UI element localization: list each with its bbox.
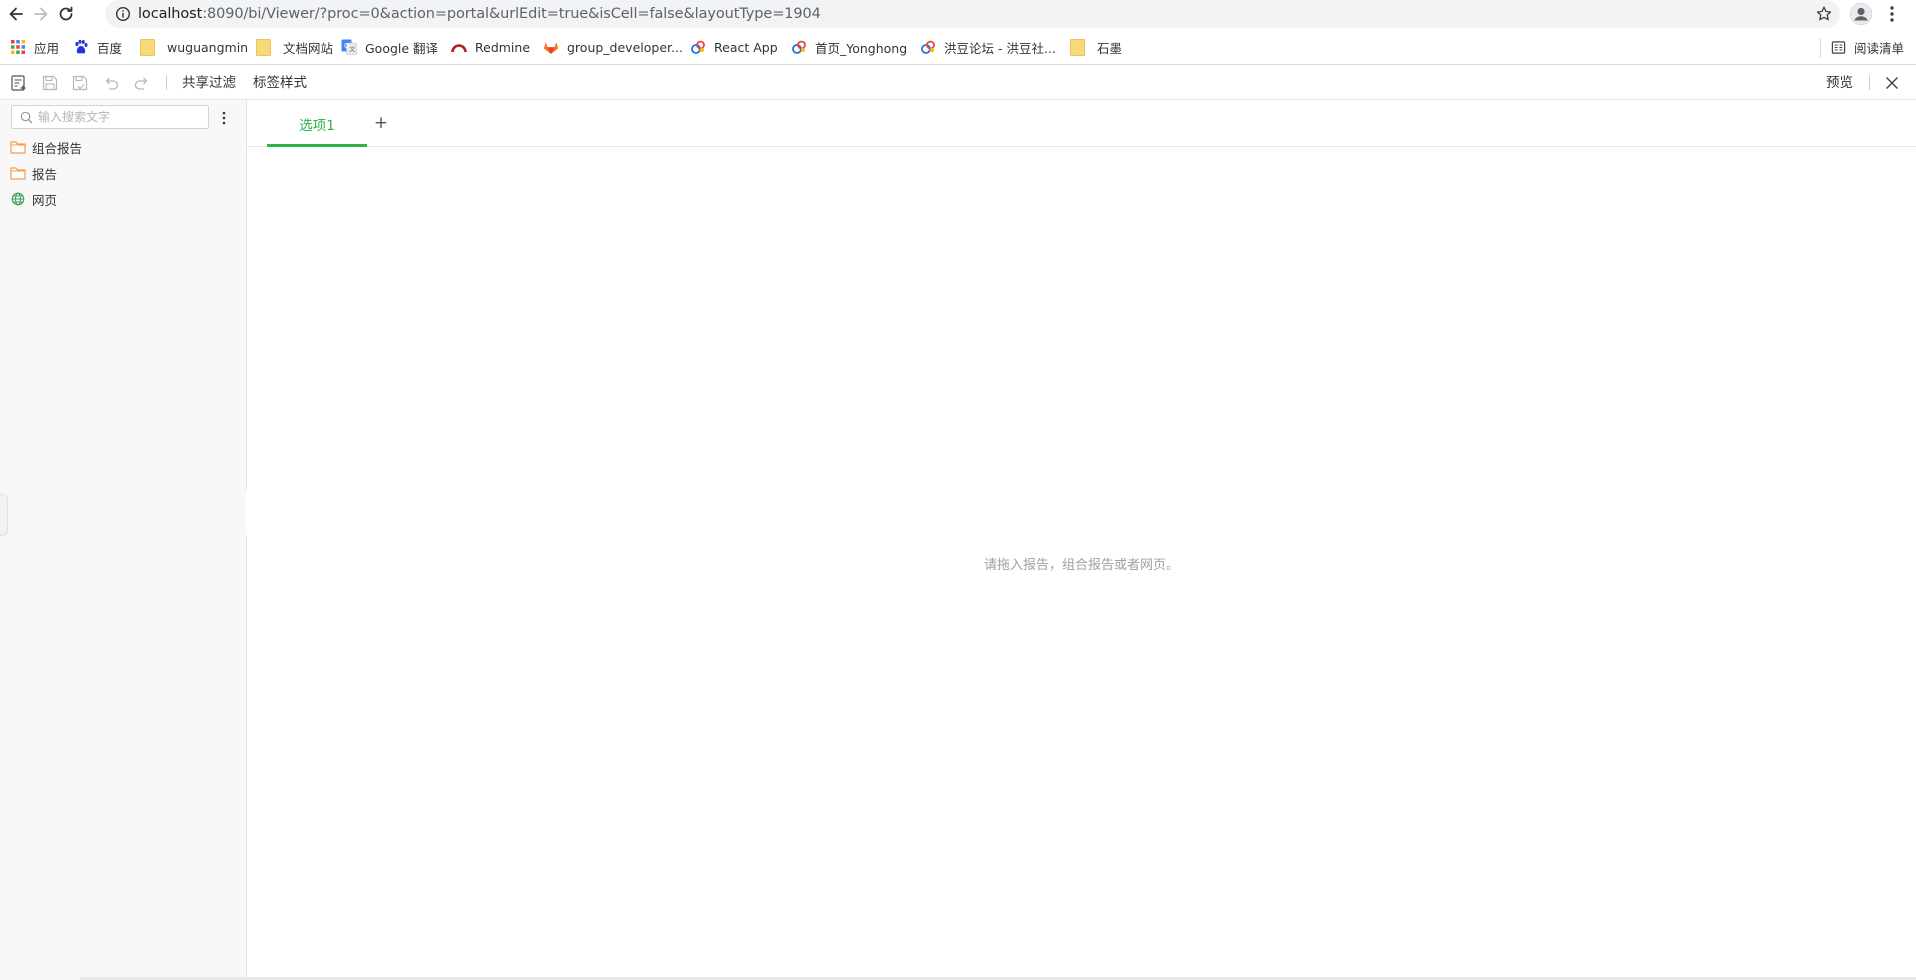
reload-button[interactable] — [56, 4, 76, 24]
folder-icon — [10, 141, 26, 154]
tab-label: 选项1 — [299, 118, 335, 134]
search-input[interactable] — [38, 108, 203, 126]
search-icon — [20, 111, 33, 124]
folder-icon — [256, 38, 271, 56]
bookmark-label: wuguangmin — [167, 39, 249, 55]
arrow-right-icon — [34, 7, 48, 21]
bookmark-label: 首页_Yonghong — [815, 40, 908, 56]
sidebar-more-button[interactable] — [218, 110, 230, 126]
undo-button[interactable] — [102, 74, 120, 92]
yonghong-logo-icon — [920, 39, 936, 55]
close-button[interactable] — [1883, 74, 1901, 92]
svg-text:文: 文 — [349, 46, 355, 54]
arrow-left-icon — [9, 7, 23, 21]
left-expand-handle[interactable] — [0, 494, 8, 536]
bookmark-label: Google 翻译 — [365, 40, 439, 56]
info-icon[interactable] — [115, 6, 131, 22]
address-bar[interactable]: localhost:8090/bi/Viewer/?proc=0&action=… — [105, 0, 1840, 28]
globe-icon — [11, 192, 25, 206]
yonghong-logo-icon — [791, 39, 807, 55]
bookmark-baidu[interactable]: 百度 — [73, 36, 122, 58]
save-icon — [42, 75, 58, 91]
tree-item-label: 网页 — [32, 192, 58, 208]
bookmark-docs-site[interactable]: 文档网站 — [256, 36, 333, 58]
tree-item-label: 组合报告 — [32, 140, 83, 156]
browser-address-row: localhost:8090/bi/Viewer/?proc=0&action=… — [0, 0, 1916, 28]
tree-item-webpage[interactable]: 网页 — [10, 189, 57, 209]
star-icon[interactable] — [1815, 5, 1833, 23]
bookmark-shimo[interactable]: 石墨 — [1070, 36, 1122, 58]
tree-item-combined-report[interactable]: 组合报告 — [10, 137, 82, 157]
folder-icon — [1070, 38, 1085, 56]
main-canvas: 选项1 + 请拖入报告，组合报告或者网页。 — [247, 100, 1916, 980]
bookmark-label: Redmine — [475, 39, 531, 55]
bookmark-react-app[interactable]: React App — [690, 36, 778, 58]
url-host: localhost — [138, 6, 203, 22]
folder-icon — [140, 38, 155, 56]
user-icon — [1850, 3, 1872, 25]
bookmark-label: React App — [714, 39, 778, 55]
yonghong-logo-icon — [690, 39, 706, 55]
google-translate-icon: G文 — [341, 39, 357, 55]
bookmarks-bar: 应用 百度 wuguangmin 文档网站 G文 Google 翻译 Redmi… — [0, 32, 1916, 62]
undo-icon — [105, 77, 119, 90]
profile-avatar[interactable] — [1850, 3, 1872, 25]
tab-style-button[interactable]: 标签样式 — [253, 74, 307, 92]
reading-list-icon — [1831, 40, 1846, 54]
apps-grid-icon — [10, 39, 26, 55]
back-button[interactable] — [6, 4, 26, 24]
bookmark-separator — [1820, 38, 1821, 58]
share-filter-button[interactable]: 共享过滤 — [182, 74, 236, 92]
close-icon — [1886, 77, 1898, 89]
tab-bar: 选项1 + — [247, 100, 1916, 147]
url-path: :8090/bi/Viewer/?proc=0&action=portal&ur… — [202, 6, 821, 22]
toolbar-separator — [1869, 75, 1870, 90]
url-text[interactable]: localhost:8090/bi/Viewer/?proc=0&action=… — [138, 5, 821, 23]
tab-option-1[interactable]: 选项1 — [267, 100, 367, 147]
sidebar-search[interactable] — [11, 105, 209, 129]
redo-icon — [134, 77, 148, 90]
bookmark-gitlab-group[interactable]: group_developer... — [543, 36, 683, 58]
gitlab-icon — [543, 39, 559, 55]
tree-item-label: 报告 — [32, 166, 58, 182]
active-tab-indicator — [267, 144, 367, 147]
save-as-button[interactable] — [71, 74, 89, 92]
bookmark-redmine[interactable]: Redmine — [451, 36, 530, 58]
bookmark-yonghong-home[interactable]: 首页_Yonghong — [791, 36, 907, 58]
save-as-icon — [72, 75, 88, 91]
empty-drop-hint: 请拖入报告，组合报告或者网页。 — [983, 558, 1179, 573]
more-vertical-icon — [222, 111, 226, 125]
bookmark-wuguangmin[interactable]: wuguangmin — [140, 36, 248, 58]
reload-icon — [59, 6, 73, 21]
bookmark-apps[interactable]: 应用 — [10, 36, 59, 58]
bookmark-label: 洪豆论坛 - 洪豆社... — [944, 40, 1056, 56]
resource-sidebar: 组合报告 报告 网页 — [0, 100, 247, 980]
bookmark-label: 应用 — [34, 40, 60, 56]
new-button[interactable] — [10, 74, 28, 92]
add-tab-button[interactable]: + — [373, 114, 389, 132]
redo-button[interactable] — [133, 74, 151, 92]
kebab-menu-icon — [1890, 6, 1894, 22]
preview-button[interactable]: 预览 — [1826, 74, 1853, 92]
bookmark-label: 文档网站 — [283, 40, 334, 56]
reading-list-button[interactable]: 阅读清单 — [1831, 36, 1904, 58]
redmine-icon — [451, 39, 467, 55]
app-toolbar: 共享过滤 标签样式 预览 — [0, 65, 1916, 99]
new-document-icon — [11, 75, 26, 91]
save-button[interactable] — [41, 74, 59, 92]
bookmark-label: group_developer... — [567, 39, 683, 55]
forward-button[interactable] — [31, 4, 51, 24]
baidu-paw-icon — [73, 39, 89, 55]
toolbar-separator — [166, 75, 167, 90]
reading-list-label: 阅读清单 — [1853, 40, 1904, 56]
browser-menu-button[interactable] — [1882, 3, 1902, 25]
folder-icon — [10, 167, 26, 180]
bookmark-label: 石墨 — [1097, 40, 1123, 56]
bookmark-google-translate[interactable]: G文 Google 翻译 — [341, 36, 438, 58]
tree-item-report[interactable]: 报告 — [10, 163, 57, 183]
bookmark-hongdou-forum[interactable]: 洪豆论坛 - 洪豆社... — [920, 36, 1056, 58]
bookmark-label: 百度 — [97, 40, 123, 56]
